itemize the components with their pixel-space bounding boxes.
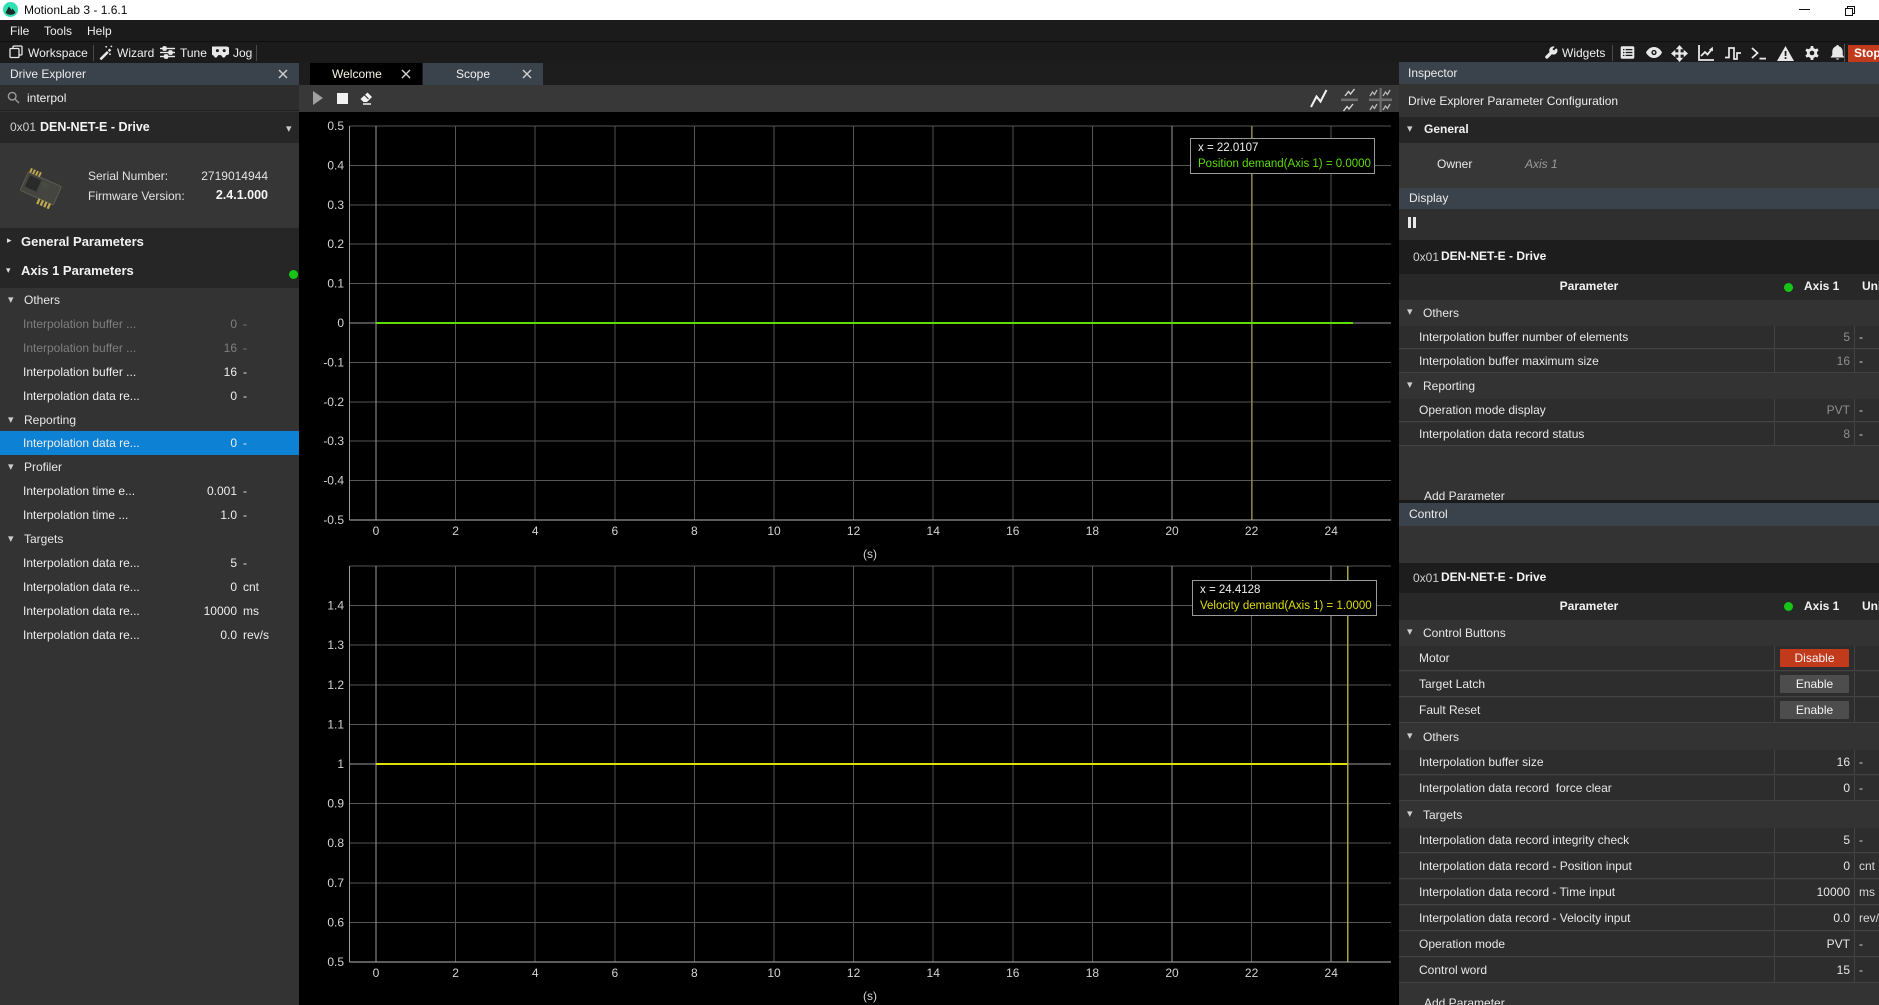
svg-text:12: 12 [847,524,861,538]
svg-text:2: 2 [452,966,459,980]
svg-text:-0.3: -0.3 [323,434,344,448]
svg-text:8: 8 [691,524,698,538]
svg-text:1.2: 1.2 [327,678,344,692]
svg-text:0.7: 0.7 [327,876,344,890]
svg-text:1.1: 1.1 [327,717,344,731]
svg-text:24: 24 [1325,966,1339,980]
svg-text:4: 4 [532,524,539,538]
svg-text:4: 4 [532,966,539,980]
svg-text:20: 20 [1165,524,1179,538]
svg-text:0: 0 [373,524,380,538]
svg-text:14: 14 [927,966,941,980]
svg-text:0.5: 0.5 [327,955,344,969]
svg-text:22: 22 [1245,524,1259,538]
svg-text:(s): (s) [863,989,877,1003]
svg-text:12: 12 [847,966,861,980]
svg-text:6: 6 [611,966,618,980]
svg-text:2: 2 [452,524,459,538]
svg-text:22: 22 [1245,966,1259,980]
svg-text:(s): (s) [863,547,877,561]
svg-text:x = 24.4128: x = 24.4128 [1200,584,1260,596]
svg-text:Position demand(Axis 1) = 0.00: Position demand(Axis 1) = 0.0000 [1198,158,1371,170]
svg-text:Velocity demand(Axis 1) = 1.00: Velocity demand(Axis 1) = 1.0000 [1200,600,1372,612]
svg-text:0.3: 0.3 [327,198,344,212]
svg-text:16: 16 [1006,524,1020,538]
svg-text:0.4: 0.4 [327,158,344,172]
svg-text:6: 6 [611,524,618,538]
svg-text:-0.4: -0.4 [323,474,344,488]
svg-text:24: 24 [1325,524,1339,538]
svg-text:0.9: 0.9 [327,797,344,811]
svg-text:10: 10 [767,524,781,538]
svg-text:16: 16 [1006,966,1020,980]
svg-text:x = 22.0107: x = 22.0107 [1198,142,1258,154]
svg-text:14: 14 [927,524,941,538]
svg-text:1.3: 1.3 [327,638,344,652]
svg-text:20: 20 [1165,966,1179,980]
svg-text:0: 0 [337,316,344,330]
svg-text:18: 18 [1086,966,1100,980]
svg-text:0.1: 0.1 [327,277,344,291]
svg-text:10: 10 [767,966,781,980]
svg-text:1.4: 1.4 [327,599,344,613]
svg-text:0.8: 0.8 [327,836,344,850]
svg-text:-0.1: -0.1 [323,355,344,369]
svg-text:1: 1 [337,757,344,771]
svg-text:0.2: 0.2 [327,237,344,251]
svg-text:8: 8 [691,966,698,980]
svg-text:-0.2: -0.2 [323,395,344,409]
svg-text:-0.5: -0.5 [323,513,344,527]
svg-text:0.6: 0.6 [327,915,344,929]
svg-text:0: 0 [373,966,380,980]
svg-text:0.5: 0.5 [327,119,344,133]
svg-text:18: 18 [1086,524,1100,538]
